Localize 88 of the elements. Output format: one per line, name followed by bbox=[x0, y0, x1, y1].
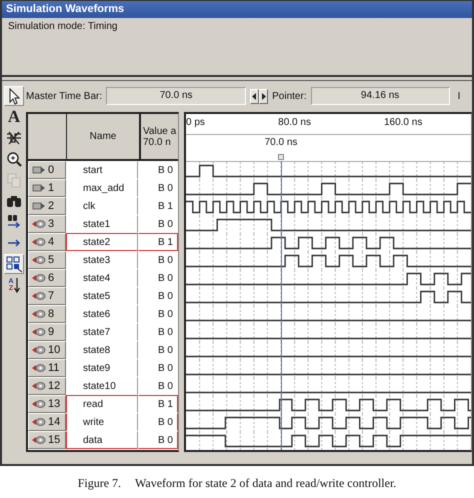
signal-index-button[interactable]: 12 bbox=[28, 377, 66, 395]
output-pin-icon bbox=[32, 435, 46, 445]
window-title: Simulation Waveforms bbox=[2, 1, 472, 18]
signal-value: B 1 bbox=[156, 200, 174, 214]
signal-name: state6 bbox=[66, 305, 138, 323]
signal-value: B 0 bbox=[156, 344, 174, 358]
output-pin-icon bbox=[32, 237, 46, 247]
simulation-mode-text: Simulation mode: Timing bbox=[8, 21, 118, 32]
signal-value: B 1 bbox=[138, 395, 178, 413]
signal-value: B 0 bbox=[156, 290, 174, 304]
signal-index-button[interactable]: 14 bbox=[28, 413, 66, 431]
signal-name: write bbox=[66, 413, 138, 431]
signal-index-button[interactable]: 1 bbox=[28, 179, 66, 197]
next-arrow-button[interactable] bbox=[259, 88, 268, 104]
output-pin-icon bbox=[32, 291, 46, 301]
signal-name: max_add bbox=[66, 179, 138, 197]
signal-index-button[interactable]: 8 bbox=[28, 305, 66, 323]
signal-name: state9 bbox=[66, 359, 138, 377]
figure-label: Figure 7. bbox=[78, 476, 122, 491]
column-header: 70.0 n bbox=[143, 136, 171, 148]
column-header: Value a bbox=[143, 126, 176, 136]
text-tool-button[interactable]: A bbox=[4, 107, 24, 127]
down-arrow-icon bbox=[14, 277, 20, 293]
signal-value: B 0 bbox=[156, 254, 174, 268]
signal-index-button[interactable]: 4 bbox=[28, 233, 66, 251]
signal-name: state3 bbox=[66, 251, 138, 269]
signal-index-button[interactable]: 10 bbox=[28, 341, 66, 359]
master-time-field[interactable]: 70.0 ns bbox=[106, 87, 246, 105]
output-pin-icon bbox=[32, 399, 46, 409]
signal-index-button[interactable]: 7 bbox=[28, 287, 66, 305]
output-pin-icon bbox=[32, 309, 46, 319]
signal-name: state10 bbox=[66, 377, 138, 395]
pointer-time-field[interactable]: 94.16 ns bbox=[310, 87, 450, 105]
left-triangle-icon bbox=[252, 92, 258, 100]
right-triangle-icon bbox=[261, 92, 266, 100]
signal-value: B 1 bbox=[138, 233, 178, 251]
signal-index-button[interactable]: 13 bbox=[28, 395, 66, 413]
signal-name: state5 bbox=[66, 287, 138, 305]
output-pin-icon bbox=[32, 381, 46, 391]
output-pin-icon bbox=[32, 255, 46, 265]
signal-name: data bbox=[66, 431, 138, 449]
cursor-handle[interactable] bbox=[278, 154, 284, 160]
signal-index-button[interactable]: 2 bbox=[28, 197, 66, 215]
signal-value: B 0 bbox=[156, 380, 174, 394]
signal-value: B 0 bbox=[156, 164, 174, 178]
output-pin-icon bbox=[32, 363, 46, 373]
signal-index-button[interactable]: 11 bbox=[28, 359, 66, 377]
grid-icon[interactable] bbox=[4, 254, 24, 274]
cursor-time-label: 70.0 ns bbox=[264, 137, 298, 148]
previous-arrow-button[interactable] bbox=[250, 88, 260, 104]
signal-value: B 0 bbox=[138, 413, 178, 431]
signal-index-button[interactable]: 6 bbox=[28, 269, 66, 287]
signal-value: B 0 bbox=[156, 326, 174, 340]
output-pin-icon bbox=[32, 273, 46, 283]
signal-index-button[interactable]: 3 bbox=[28, 215, 66, 233]
pointer-icon[interactable] bbox=[4, 86, 24, 106]
signal-value: B 0 bbox=[156, 218, 174, 232]
signal-name: state7 bbox=[66, 323, 138, 341]
signal-value: B 0 bbox=[138, 431, 178, 449]
output-pin-icon bbox=[32, 417, 46, 427]
signal-name: state4 bbox=[66, 269, 138, 287]
output-pin-icon bbox=[32, 345, 46, 355]
signal-value: B 0 bbox=[156, 272, 174, 286]
signal-index-button[interactable]: 15 bbox=[28, 431, 66, 449]
signal-index-button[interactable]: 5 bbox=[28, 251, 66, 269]
input-pin-icon bbox=[32, 201, 46, 211]
signal-value: B 0 bbox=[156, 182, 174, 196]
time-tick-label: 80.0 ns bbox=[278, 117, 311, 128]
signal-value: B 0 bbox=[156, 308, 174, 322]
signal-name: state1 bbox=[66, 215, 138, 233]
signal-index-button[interactable]: 9 bbox=[28, 323, 66, 341]
output-pin-icon bbox=[32, 219, 46, 229]
time-tick-label: 0 ps bbox=[186, 117, 205, 128]
signal-name: read bbox=[66, 395, 138, 413]
output-pin-icon bbox=[32, 327, 46, 337]
figure-caption: Waveform for state 2 of data and read/write controller. bbox=[135, 476, 396, 491]
signal-name: state2 bbox=[66, 233, 138, 251]
signal-value: B 0 bbox=[156, 362, 174, 376]
time-tick-label: 160.0 ns bbox=[384, 117, 422, 128]
signal-name: state8 bbox=[66, 341, 138, 359]
signal-name: clk bbox=[66, 197, 138, 215]
signal-index-button[interactable]: 0 bbox=[28, 161, 66, 179]
input-pin-icon bbox=[32, 165, 46, 175]
master-time-bar-label: Master Time Bar: bbox=[26, 90, 102, 102]
input-pin-icon bbox=[32, 183, 46, 193]
signal-name: start bbox=[66, 161, 138, 179]
interval-label: I bbox=[458, 90, 460, 102]
pointer-label: Pointer: bbox=[272, 90, 307, 102]
